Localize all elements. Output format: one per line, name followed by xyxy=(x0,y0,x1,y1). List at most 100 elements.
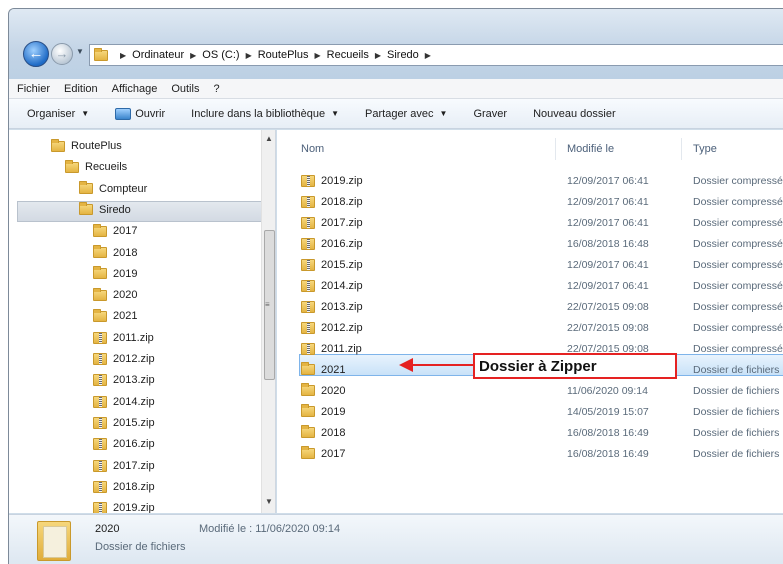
organiser-label: Organiser xyxy=(27,107,76,120)
folder-icon xyxy=(301,383,315,396)
tree-item[interactable]: 2018.zip xyxy=(93,477,155,497)
chevron-right-icon[interactable]: ▶ xyxy=(315,51,321,60)
chevron-right-icon[interactable]: ▶ xyxy=(190,51,196,60)
explorer-window: ← → ▼ ▶ Ordinateur ▶ OS (C:) ▶ RoutePlus… xyxy=(8,8,783,564)
file-row[interactable]: 2017 16/08/2018 16:49 Dossier de fichiers xyxy=(301,443,783,464)
file-row[interactable]: 2020 11/06/2020 09:14 Dossier de fichiers xyxy=(301,380,783,401)
tree-item[interactable]: 2015.zip xyxy=(93,413,155,433)
menu-outils[interactable]: Outils xyxy=(171,83,199,95)
tree-item-label: 2019 xyxy=(113,267,138,280)
chevron-right-icon[interactable]: ▶ xyxy=(246,51,252,60)
breadcrumb-item[interactable]: Siredo xyxy=(387,49,419,61)
column-header-name[interactable]: Nom xyxy=(301,143,324,155)
tree-item[interactable]: 2016.zip xyxy=(93,434,155,454)
file-modified: 12/09/2017 06:41 xyxy=(567,174,649,187)
forward-arrow-icon[interactable]: → xyxy=(51,43,73,65)
menu-affichage[interactable]: Affichage xyxy=(112,83,158,95)
file-name-text: 2013.zip xyxy=(321,300,363,313)
tree-item[interactable]: Compteur xyxy=(79,179,147,199)
tree-item[interactable]: 2011.zip xyxy=(93,328,154,348)
tree-item[interactable]: 2014.zip xyxy=(93,392,155,412)
breadcrumb-item[interactable]: OS (C:) xyxy=(202,49,239,61)
file-type: Dossier compressé xyxy=(693,258,783,271)
file-row[interactable]: 2017.zip 12/09/2017 06:41 Dossier compress… xyxy=(301,212,783,233)
chevron-right-icon[interactable]: ▶ xyxy=(425,51,431,60)
column-header-modified[interactable]: Modifié le xyxy=(567,143,614,155)
folder-icon xyxy=(93,223,107,237)
address-bar[interactable]: ▶ Ordinateur ▶ OS (C:) ▶ RoutePlus ▶ Rec… xyxy=(89,44,783,66)
file-row[interactable]: 2014.zip 12/09/2017 06:41 Dossier compress… xyxy=(301,275,783,296)
breadcrumb-item[interactable]: Recueils xyxy=(327,49,369,61)
file-type: Dossier compressé xyxy=(693,321,783,334)
column-header-type[interactable]: Type xyxy=(693,143,717,155)
file-modified: 12/09/2017 06:41 xyxy=(567,195,649,208)
graver-label: Graver xyxy=(473,107,508,120)
tree-item[interactable]: 2013.zip xyxy=(93,370,155,390)
file-row[interactable]: 2015.zip 12/09/2017 06:41 Dossier compress… xyxy=(301,254,783,275)
file-type: Dossier compressé xyxy=(693,216,783,229)
tree-item[interactable]: Siredo xyxy=(79,200,131,220)
column-divider[interactable] xyxy=(681,138,682,160)
nouveau-dossier-button[interactable]: Nouveau dossier xyxy=(533,108,616,120)
folder-icon xyxy=(79,181,93,195)
file-type: Dossier de fichiers xyxy=(693,384,780,397)
file-type: Dossier de fichiers xyxy=(693,363,780,376)
file-name-text: 2019.zip xyxy=(321,174,363,187)
file-row[interactable]: 2019.zip 12/09/2017 06:41 Dossier compress… xyxy=(301,170,783,191)
breadcrumb-item[interactable]: Ordinateur xyxy=(132,49,184,61)
file-modified: 11/06/2020 09:14 xyxy=(567,384,648,397)
tree-item[interactable]: 2019.zip xyxy=(93,498,155,513)
menu-fichier[interactable]: Fichier xyxy=(17,83,50,95)
breadcrumb-item[interactable]: RoutePlus xyxy=(258,49,309,61)
folder-icon xyxy=(301,404,315,417)
zip-folder-icon xyxy=(301,258,315,271)
tree-item[interactable]: Recueils xyxy=(65,157,127,177)
inclure-button[interactable]: Inclure dans la bibliothèque ▼ xyxy=(191,108,339,120)
partager-button[interactable]: Partager avec ▼ xyxy=(365,108,447,120)
zip-folder-icon xyxy=(93,331,107,344)
tree-item[interactable]: 2020 xyxy=(93,285,137,305)
file-row[interactable]: 2019 14/05/2019 15:07 Dossier de fichiers xyxy=(301,401,783,422)
file-row[interactable]: 2018 16/08/2018 16:49 Dossier de fichiers xyxy=(301,422,783,443)
organiser-button[interactable]: Organiser ▼ xyxy=(27,108,89,120)
tree-item[interactable]: 2021 xyxy=(93,306,137,326)
file-type: Dossier compressé xyxy=(693,342,783,355)
column-divider[interactable] xyxy=(555,138,556,160)
file-row[interactable]: 2013.zip 22/07/2015 09:08 Dossier compress… xyxy=(301,296,783,317)
tree-item-label: 2020 xyxy=(113,289,138,302)
folder-icon xyxy=(301,425,315,438)
graver-button[interactable]: Graver xyxy=(473,108,507,120)
scroll-up-icon[interactable]: ▲ xyxy=(265,134,273,143)
file-name: 2016.zip xyxy=(301,237,363,250)
tree-item[interactable]: RoutePlus xyxy=(51,136,122,156)
back-arrow-icon[interactable]: ← xyxy=(23,41,49,67)
tree-item[interactable]: 2012.zip xyxy=(93,349,155,369)
history-dropdown-icon[interactable]: ▼ xyxy=(76,47,84,56)
menu-edition[interactable]: Edition xyxy=(64,83,98,95)
tree-item-label: 2019.zip xyxy=(113,502,155,513)
details-pane: 2020 Modifié le : 11/06/2020 09:14 Dossi… xyxy=(9,514,783,564)
tree-item[interactable]: 2019 xyxy=(93,264,137,284)
menu-help[interactable]: ? xyxy=(213,83,219,95)
folder-icon xyxy=(51,138,65,152)
file-row[interactable]: 2016.zip 16/08/2018 16:48 Dossier compress… xyxy=(301,233,783,254)
tree-item[interactable]: 2017 xyxy=(93,221,137,241)
file-row[interactable]: 2012.zip 22/07/2015 09:08 Dossier compress… xyxy=(301,317,783,338)
file-name: 2018.zip xyxy=(301,195,363,208)
details-type: Dossier de fichiers xyxy=(95,541,186,553)
tree-item[interactable]: 2017.zip xyxy=(93,456,155,476)
open-icon xyxy=(115,107,132,120)
file-name: 2021 xyxy=(301,362,345,376)
scroll-down-icon[interactable]: ▼ xyxy=(265,497,273,506)
ouvrir-button[interactable]: Ouvrir xyxy=(115,107,165,120)
folder-icon xyxy=(93,308,107,322)
file-modified: 12/09/2017 06:41 xyxy=(567,258,649,271)
chevron-right-icon[interactable]: ▶ xyxy=(375,51,381,60)
file-name-text: 2015.zip xyxy=(321,258,363,271)
tree-item[interactable]: 2018 xyxy=(93,243,137,263)
partager-label: Partager avec xyxy=(365,107,434,120)
zip-folder-icon xyxy=(301,321,315,334)
file-type: Dossier de fichiers xyxy=(693,405,780,418)
nav-scrollbar[interactable]: ▲ ≡ ▼ xyxy=(261,130,275,513)
file-row[interactable]: 2018.zip 12/09/2017 06:41 Dossier compress… xyxy=(301,191,783,212)
